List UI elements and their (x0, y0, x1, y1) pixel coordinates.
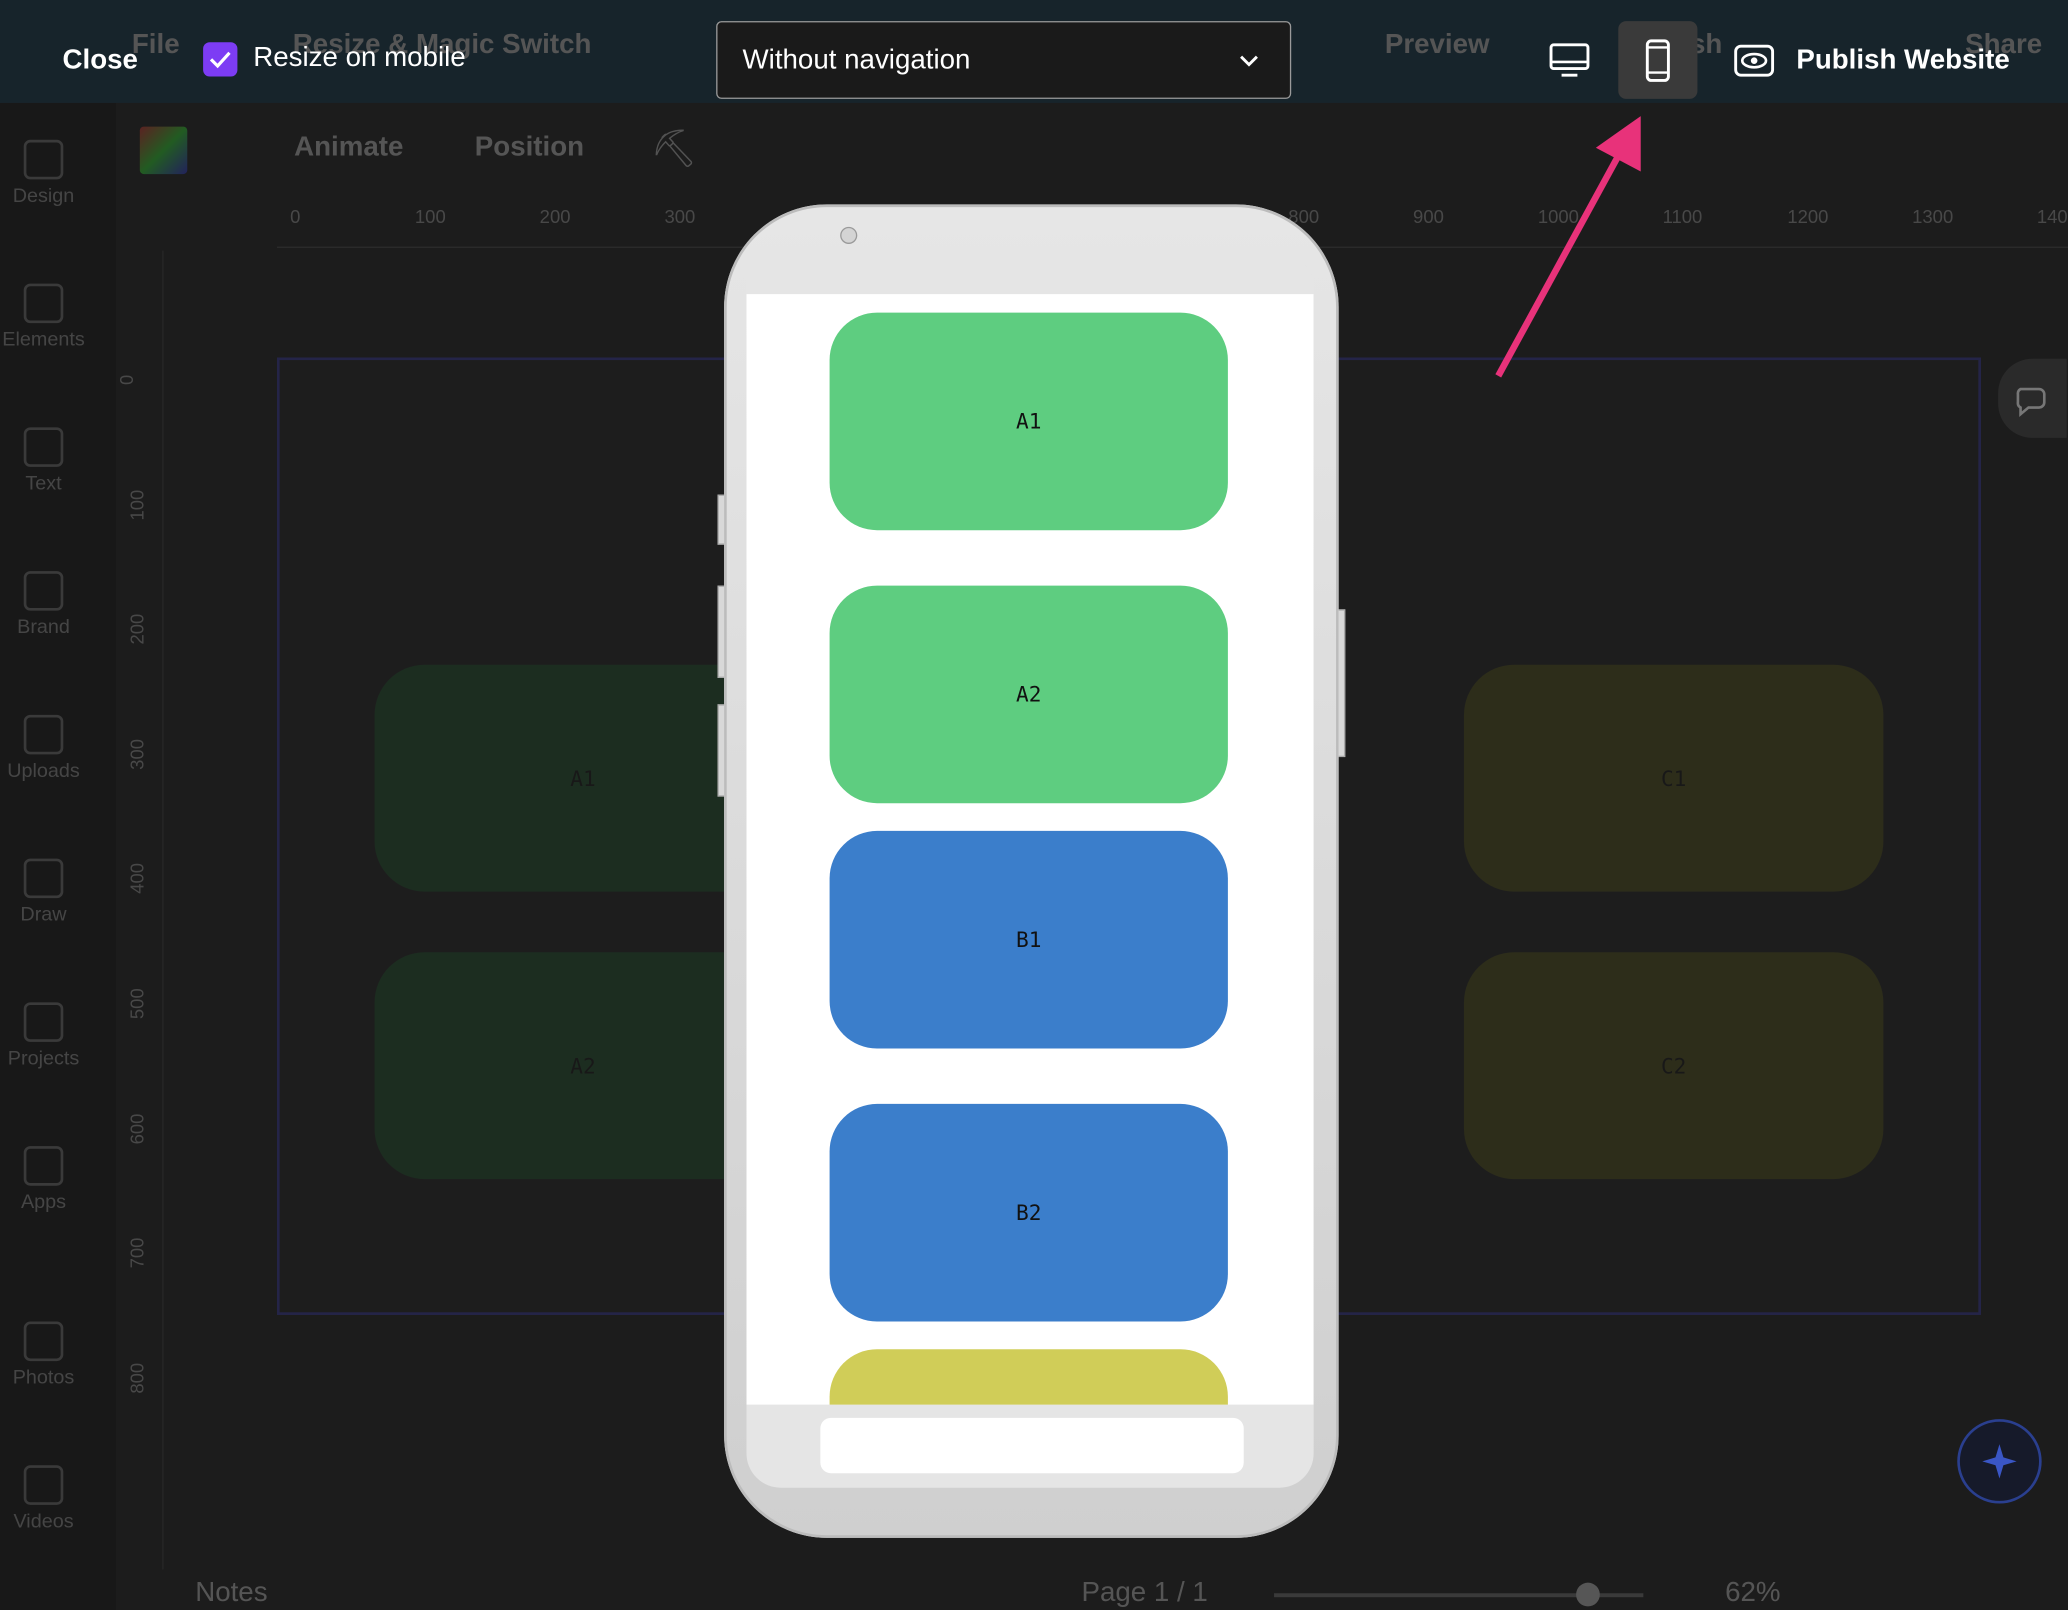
mobile-card-a2: A2 (829, 585, 1228, 804)
mobile-card-b2: B2 (829, 1103, 1228, 1322)
mobile-card-c1 (829, 1349, 1228, 1405)
phone-screen: A1 A2 B1 B2 (746, 259, 1314, 1488)
phone-address-bar (820, 1417, 1244, 1474)
mobile-viewport[interactable]: A1 A2 B1 B2 (746, 294, 1314, 1405)
mobile-card-a1: A1 (829, 312, 1228, 531)
phone-camera (840, 226, 858, 244)
mobile-card-b1: B1 (829, 830, 1228, 1049)
